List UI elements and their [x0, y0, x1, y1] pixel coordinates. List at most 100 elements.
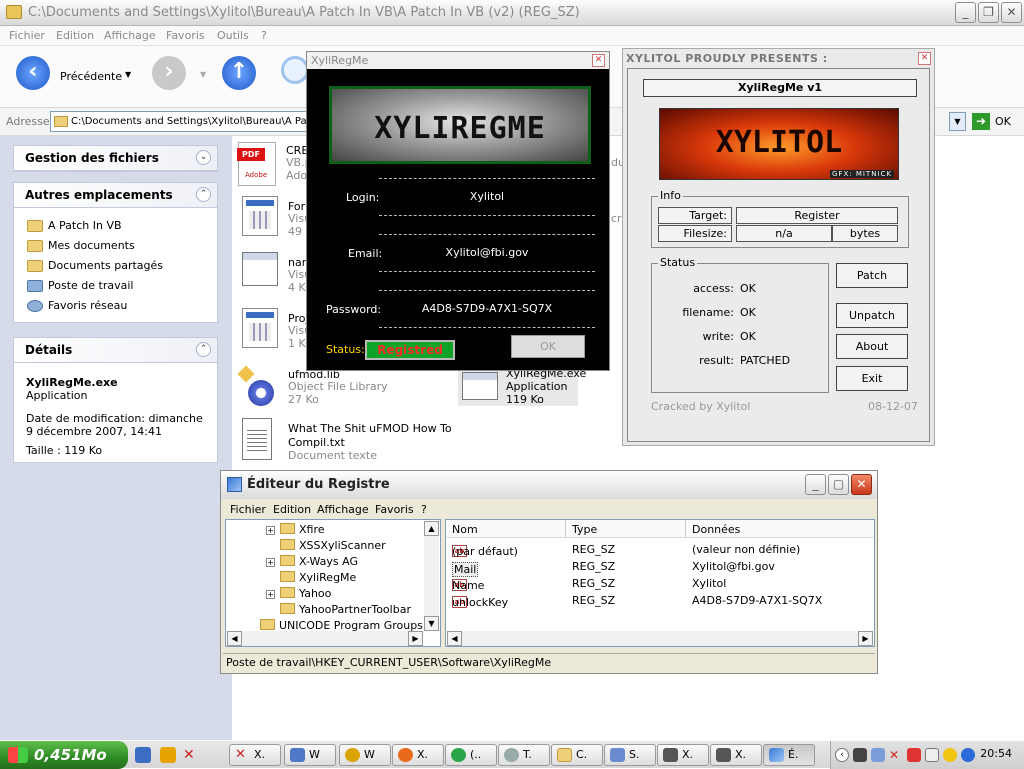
scroll-right-icon[interactable]: ▶	[858, 631, 873, 646]
unpatch-button[interactable]: Unpatch	[836, 303, 908, 328]
close-icon[interactable]: ✕	[918, 52, 931, 65]
taskbar-button-active[interactable]: É.	[763, 744, 815, 766]
menu-affichage[interactable]: Affichage	[317, 503, 369, 516]
about-button[interactable]: About	[836, 334, 908, 359]
file-tasks-header[interactable]: Gestion des fichiers ⌄	[14, 146, 217, 171]
scroll-left-icon[interactable]: ◀	[227, 631, 242, 646]
file-item-ufmod[interactable]: ufmod.lib Object File Library 27 Ko	[237, 365, 398, 410]
minimize-button[interactable]: _	[955, 2, 976, 23]
tree-item-xways[interactable]: X-Ways AG	[280, 555, 358, 568]
horizontal-scrollbar[interactable]	[242, 631, 408, 646]
file-item-project[interactable]: Proj Visu 1 Ko	[242, 308, 312, 354]
scroll-down-icon[interactable]: ▼	[424, 616, 439, 631]
expand-icon[interactable]: +	[266, 558, 275, 567]
go-arrow-icon[interactable]: ➜	[972, 113, 990, 130]
tree-item-yahoopartnertoolbar[interactable]: YahooPartnerToolbar	[280, 603, 411, 616]
taskbar-button[interactable]: X.	[392, 744, 444, 766]
menu-fichier[interactable]: Fichier	[230, 503, 266, 516]
start-button[interactable]: 0,451Mo	[0, 741, 128, 769]
file-item-txt[interactable]: What The Shit uFMOD How To Compil.txt Do…	[242, 418, 462, 464]
patch-button[interactable]: Patch	[836, 263, 908, 288]
back-button-label[interactable]: Précédente	[60, 70, 122, 83]
tray-app-icon[interactable]	[943, 748, 957, 762]
table-row[interactable]: ab unlockKey REG_SZ A4D8-S7D9-A7X1-SQ7X	[446, 592, 874, 609]
tree-item-xyliregme[interactable]: XyliRegMe	[280, 571, 356, 584]
taskbar-button[interactable]: (..	[445, 744, 497, 766]
table-row[interactable]: ab (par défaut) REG_SZ (valeur non défini…	[446, 541, 874, 558]
tree-item-xssxyliscanner[interactable]: XSSXyliScanner	[280, 539, 386, 552]
forward-arrow-icon[interactable]: ›	[152, 56, 186, 90]
taskbar-button[interactable]: X.	[657, 744, 709, 766]
password-field[interactable]: A4D8-S7D9-A7X1-SQ7X	[379, 290, 595, 328]
menu-edition[interactable]: Edition	[56, 29, 94, 42]
taskbar-button[interactable]: X.	[710, 744, 762, 766]
taskbar-button[interactable]: C.	[551, 744, 603, 766]
column-header-type[interactable]: Type	[566, 520, 686, 538]
back-dropdown-icon[interactable]: ▼	[125, 70, 131, 79]
place-link-network[interactable]: Favoris réseau	[14, 296, 217, 316]
taskbar-button[interactable]: W	[284, 744, 336, 766]
close-icon[interactable]: ✕	[592, 54, 605, 67]
close-button[interactable]: ✕	[851, 474, 872, 495]
place-link-my-documents[interactable]: Mes documents	[14, 236, 217, 256]
tray-app-icon[interactable]	[961, 748, 975, 762]
quicklaunch-ie-icon[interactable]	[135, 747, 151, 763]
scroll-up-icon[interactable]: ▲	[424, 521, 439, 536]
tray-shield-icon[interactable]	[907, 748, 921, 762]
taskbar-button[interactable]: S.	[604, 744, 656, 766]
email-field[interactable]: Xylitol@fbi.gov	[379, 234, 595, 272]
tree-item-xfire[interactable]: Xfire	[280, 523, 325, 536]
up-arrow-icon[interactable]: ↑	[222, 56, 256, 90]
horizontal-scrollbar[interactable]	[462, 631, 858, 646]
menu-favoris[interactable]: Favoris	[166, 29, 205, 42]
menu-fichier[interactable]: Fichier	[9, 29, 45, 42]
chevron-down-icon[interactable]: ⌄	[196, 150, 211, 165]
column-header-data[interactable]: Données	[686, 520, 874, 538]
login-field[interactable]: Xylitol	[379, 178, 595, 216]
tray-network-icon[interactable]	[871, 748, 885, 762]
minimize-button[interactable]: _	[805, 474, 826, 495]
tray-app-icon[interactable]	[853, 748, 867, 762]
taskbar-button[interactable]: ✕ X.	[229, 744, 281, 766]
menu-edition[interactable]: Edition	[273, 503, 311, 516]
go-button-label[interactable]: OK	[995, 115, 1011, 128]
menu-help[interactable]: ?	[421, 503, 427, 516]
expand-icon[interactable]: +	[266, 526, 275, 535]
details-header[interactable]: Détails ⌃	[14, 338, 217, 363]
tray-expand-icon[interactable]: ‹	[835, 748, 849, 762]
menu-outils[interactable]: Outils	[217, 29, 249, 42]
exit-button[interactable]: Exit	[836, 366, 908, 391]
menu-help[interactable]: ?	[261, 29, 267, 42]
menu-favoris[interactable]: Favoris	[375, 503, 414, 516]
file-item-name[interactable]: nam Visu 4 Ko	[242, 252, 312, 298]
place-link-a-patch[interactable]: A Patch In VB	[14, 216, 217, 236]
file-item-pdf[interactable]: PDF Adobe CRE VB.p Ado	[237, 142, 312, 188]
tray-tools-icon[interactable]: ✕	[889, 748, 903, 762]
address-input[interactable]: C:\Documents and Settings\Xylitol\Bureau…	[50, 111, 316, 132]
place-link-my-computer[interactable]: Poste de travail	[14, 276, 217, 296]
table-row[interactable]: abMail REG_SZ Xylitol@fbi.gov	[446, 558, 874, 577]
file-item-form[interactable]: Forr Visu 49 K	[242, 196, 313, 242]
taskbar-button[interactable]: T.	[498, 744, 550, 766]
file-item-xyliregme[interactable]: XyliRegMe.exe Application 119 Ko	[458, 366, 586, 406]
back-arrow-icon[interactable]: ‹	[16, 56, 50, 90]
column-header-name[interactable]: Nom	[446, 520, 566, 538]
place-link-shared-documents[interactable]: Documents partagés	[14, 256, 217, 276]
ok-button[interactable]: OK	[511, 335, 585, 358]
taskbar-button[interactable]: W	[339, 744, 391, 766]
menu-affichage[interactable]: Affichage	[104, 29, 156, 42]
tray-speaker-icon[interactable]	[925, 748, 939, 762]
table-row[interactable]: ab Name REG_SZ Xylitol	[446, 575, 874, 592]
quicklaunch-tools-icon[interactable]: ✕	[183, 747, 199, 763]
chevron-up-icon[interactable]: ⌃	[196, 187, 211, 202]
close-button[interactable]: ✕	[1001, 2, 1022, 23]
other-places-header[interactable]: Autres emplacements ⌃	[14, 183, 217, 208]
maximize-button[interactable]: ❐	[978, 2, 999, 23]
maximize-button[interactable]: ▢	[828, 474, 849, 495]
address-dropdown-icon[interactable]: ▼	[949, 112, 966, 131]
expand-icon[interactable]: +	[266, 590, 275, 599]
forward-dropdown-icon[interactable]: ▼	[200, 70, 206, 79]
vertical-scrollbar[interactable]	[424, 536, 439, 616]
scroll-right-icon[interactable]: ▶	[408, 631, 423, 646]
quicklaunch-winrar-icon[interactable]	[160, 747, 176, 763]
